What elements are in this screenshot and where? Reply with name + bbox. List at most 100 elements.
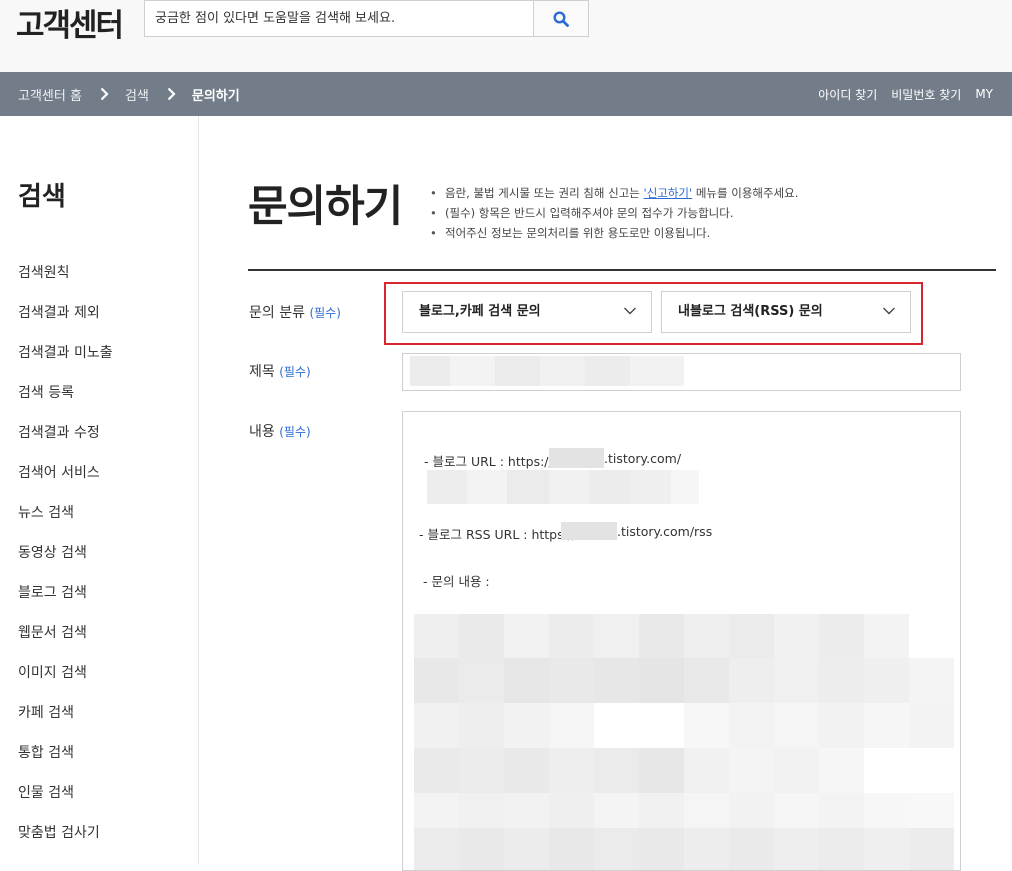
breadcrumb-search[interactable]: 검색	[125, 85, 149, 104]
sidebar-item-search-principles[interactable]: 검색원칙	[18, 261, 113, 301]
redacted-block	[819, 614, 864, 658]
sidebar-item-cafe-search[interactable]: 카페 검색	[18, 701, 113, 741]
redacted-block	[504, 614, 549, 658]
rss-url-suffix: .tistory.com/rss	[617, 524, 713, 539]
redacted-block	[594, 614, 639, 658]
required-mark: (필수)	[279, 365, 311, 379]
sidebar-item-news-search[interactable]: 뉴스 검색	[18, 501, 113, 541]
redacted-block	[561, 522, 617, 540]
redacted-block	[819, 793, 864, 828]
redacted-block	[864, 828, 909, 870]
sidebar-item-search-registration[interactable]: 검색 등록	[18, 381, 113, 421]
notice-list: 음란, 불법 게시물 또는 권리 침해 신고는 '신고하기' 메뉴를 이용해주세…	[428, 184, 798, 244]
breadcrumb-home[interactable]: 고객센터 홈	[18, 85, 82, 104]
search-box	[144, 0, 589, 37]
redacted-block	[819, 703, 864, 748]
redacted-block	[639, 658, 684, 703]
redacted-block	[909, 703, 954, 748]
redacted-block	[684, 748, 729, 793]
redacted-block	[594, 658, 639, 703]
redacted-block	[639, 748, 684, 793]
redacted-block	[639, 793, 684, 828]
content-label: 내용 (필수)	[249, 421, 311, 441]
redacted-block	[729, 828, 774, 870]
sidebar-item-integrated-search[interactable]: 통합 검색	[18, 741, 113, 781]
redacted-block	[414, 793, 459, 828]
notice-item: (필수) 항목은 반드시 입력해주셔야 문의 접수가 가능합니다.	[428, 204, 798, 224]
sidebar-item-result-edit[interactable]: 검색결과 수정	[18, 421, 113, 461]
content-label-text: 내용	[249, 424, 275, 440]
redacted-block	[639, 828, 684, 870]
category-label-text: 문의 분류	[249, 305, 305, 321]
redacted-block	[504, 793, 549, 828]
sidebar-item-keyword-service[interactable]: 검색어 서비스	[18, 461, 113, 501]
redacted-block	[774, 793, 819, 828]
redacted-block	[819, 748, 864, 793]
category-select-primary[interactable]: 블로그,카페 검색 문의	[402, 291, 652, 333]
search-icon	[553, 10, 569, 27]
search-button[interactable]	[533, 1, 588, 36]
redacted-block	[819, 658, 864, 703]
sidebar-item-video-search[interactable]: 동영상 검색	[18, 541, 113, 581]
redacted-block	[684, 793, 729, 828]
account-links: 아이디 찾기 비밀번호 찾기 MY	[818, 72, 993, 116]
redacted-block	[459, 748, 504, 793]
page-title: 문의하기	[248, 182, 403, 232]
redacted-block	[639, 614, 684, 658]
redacted-block	[495, 356, 540, 386]
sidebar-item-blog-search[interactable]: 블로그 검색	[18, 581, 113, 621]
find-id-link[interactable]: 아이디 찾기	[818, 86, 877, 103]
content-textarea[interactable]: - 블로그 URL : https:// .tistory.com/ - 블로그…	[402, 411, 961, 871]
required-mark: (필수)	[309, 306, 341, 320]
redacted-block	[729, 748, 774, 793]
redacted-block	[864, 703, 909, 748]
redacted-block	[504, 703, 549, 748]
logo[interactable]: 고객센터	[16, 0, 124, 45]
header: 고객센터	[0, 0, 1012, 72]
my-link[interactable]: MY	[975, 87, 993, 101]
category-select-secondary-value: 내블로그 검색(RSS) 문의	[678, 304, 823, 319]
redacted-block	[549, 748, 594, 793]
redacted-block	[549, 470, 589, 504]
redacted-block	[414, 658, 459, 703]
redacted-block	[585, 356, 630, 386]
sidebar-item-result-not-shown[interactable]: 검색결과 미노출	[18, 341, 113, 381]
redacted-block	[504, 748, 549, 793]
sidebar-item-result-exclusion[interactable]: 검색결과 제외	[18, 301, 113, 341]
sidebar-item-web-doc-search[interactable]: 웹문서 검색	[18, 621, 113, 661]
redacted-block	[467, 470, 507, 504]
redacted-block	[507, 470, 549, 504]
redacted-block	[549, 703, 594, 748]
sidebar-item-image-search[interactable]: 이미지 검색	[18, 661, 113, 701]
redacted-block	[594, 828, 639, 870]
breadcrumb-current: 문의하기	[191, 88, 240, 104]
search-input[interactable]	[145, 1, 533, 36]
redacted-block	[864, 658, 909, 703]
required-mark: (필수)	[279, 425, 311, 439]
sidebar-menu: 검색원칙 검색결과 제외 검색결과 미노출 검색 등록 검색결과 수정 검색어 …	[18, 261, 113, 861]
notice-text: 메뉴를 이용해주세요.	[692, 186, 799, 200]
redacted-block	[774, 748, 819, 793]
redacted-block	[864, 614, 909, 658]
redacted-block	[630, 356, 684, 386]
chevron-right-icon	[100, 87, 109, 101]
category-select-primary-value: 블로그,카페 검색 문의	[419, 304, 541, 319]
title-label: 제목 (필수)	[249, 361, 311, 381]
title-input[interactable]	[402, 353, 961, 391]
category-select-secondary[interactable]: 내블로그 검색(RSS) 문의	[661, 291, 911, 333]
redacted-block	[909, 828, 954, 870]
sidebar-title: 검색	[18, 182, 66, 212]
breadcrumb: 고객센터 홈 검색 문의하기	[18, 72, 240, 116]
redacted-block	[684, 703, 729, 748]
redacted-block	[549, 793, 594, 828]
redacted-block	[459, 703, 504, 748]
redacted-block	[589, 470, 629, 504]
sidebar-item-spell-checker[interactable]: 맞춤법 검사기	[18, 821, 113, 861]
redacted-block	[459, 614, 504, 658]
sidebar-item-person-search[interactable]: 인물 검색	[18, 781, 113, 821]
redacted-block	[774, 828, 819, 870]
redacted-block	[594, 793, 639, 828]
notice-item: 음란, 불법 게시물 또는 권리 침해 신고는 '신고하기' 메뉴를 이용해주세…	[428, 184, 798, 204]
report-link[interactable]: '신고하기'	[644, 186, 693, 200]
find-password-link[interactable]: 비밀번호 찾기	[891, 86, 961, 103]
